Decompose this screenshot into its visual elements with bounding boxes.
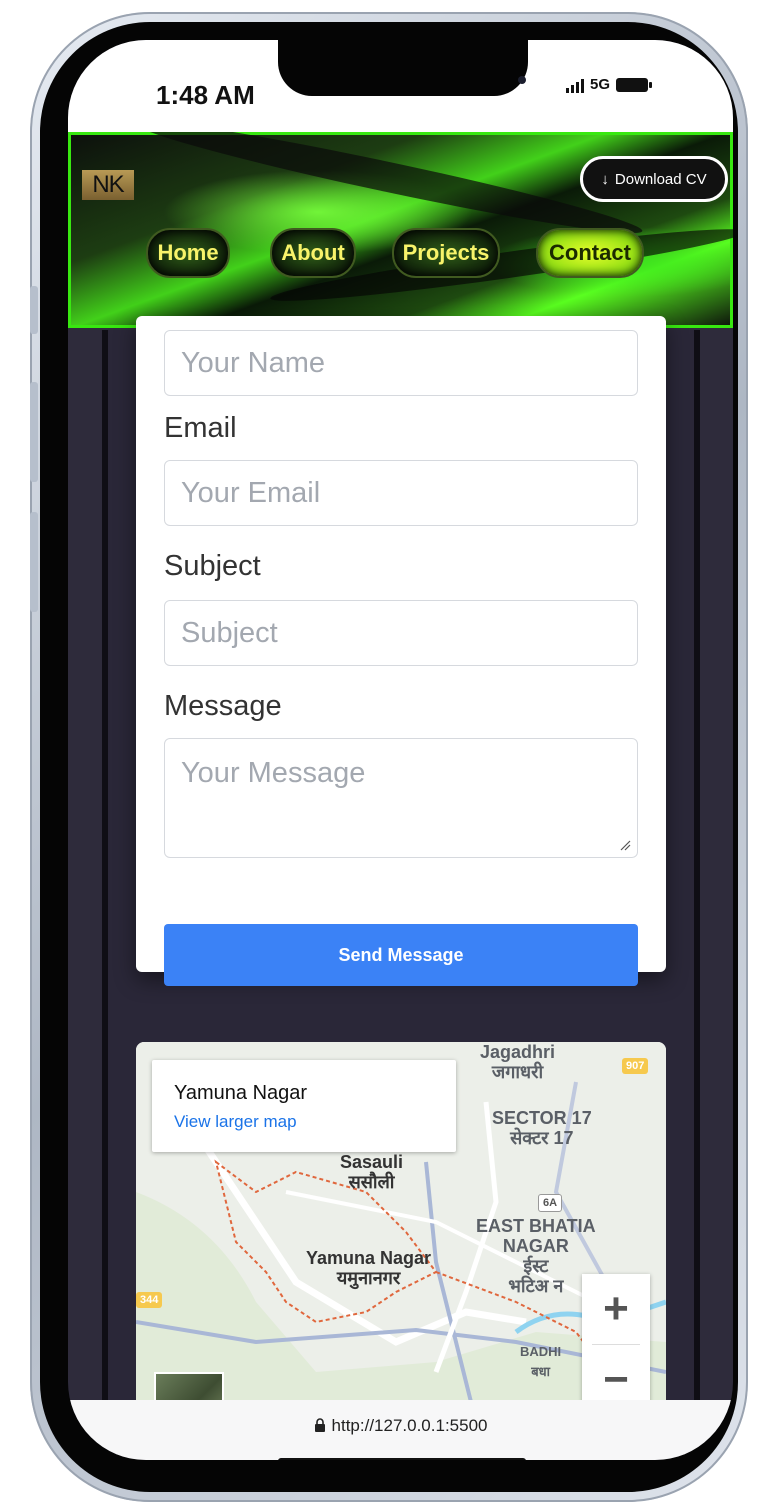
road-badge-6a: 6A bbox=[538, 1194, 563, 1212]
phone-screen: 1:48 AM 5G NK ↓ Download CV Home About P… bbox=[68, 40, 733, 1460]
site-logo[interactable]: NK bbox=[82, 170, 134, 200]
lock-icon bbox=[314, 1418, 325, 1432]
nav-contact[interactable]: Contact bbox=[536, 228, 644, 278]
resize-handle-icon[interactable] bbox=[619, 839, 631, 851]
volume-down-button bbox=[30, 512, 38, 612]
content-border-right bbox=[694, 330, 700, 1410]
subject-input[interactable]: Subject bbox=[164, 600, 638, 666]
network-type: 5G bbox=[590, 76, 611, 93]
message-textarea[interactable]: Your Message bbox=[164, 738, 638, 858]
subject-label: Subject bbox=[164, 550, 261, 582]
notch bbox=[278, 40, 528, 96]
signal-bars-icon bbox=[566, 77, 584, 93]
map-label-badhi: BADHI बधा bbox=[520, 1344, 562, 1379]
main-nav: Home About Projects Contact bbox=[146, 228, 666, 280]
road-badge-907: 907 bbox=[622, 1058, 649, 1074]
zoom-in-button[interactable]: + bbox=[582, 1274, 650, 1344]
name-input[interactable]: Your Name bbox=[164, 330, 638, 396]
map-embed[interactable]: Yamuna Nagar View larger map Jagadhri जगा… bbox=[136, 1042, 666, 1442]
map-label-east-bhatia: EAST BHATIA NAGAR ईस्ट भटिअ न bbox=[476, 1216, 596, 1296]
map-label-sasauli: Sasauli ससौली bbox=[340, 1152, 404, 1192]
map-label-jagadhri: Jagadhri जगाधरी bbox=[480, 1042, 556, 1082]
nav-home[interactable]: Home bbox=[146, 228, 230, 278]
download-cv-button[interactable]: ↓ Download CV bbox=[580, 156, 728, 202]
message-label: Message bbox=[164, 690, 282, 722]
message-placeholder: Your Message bbox=[181, 757, 366, 789]
url-display: http://127.0.0.1:5500 bbox=[68, 1416, 733, 1436]
email-input[interactable]: Your Email bbox=[164, 460, 638, 526]
view-larger-map-link[interactable]: View larger map bbox=[174, 1112, 297, 1132]
home-indicator[interactable] bbox=[278, 1458, 526, 1460]
map-place-title: Yamuna Nagar bbox=[174, 1082, 308, 1104]
mute-switch bbox=[30, 286, 38, 334]
url-text: http://127.0.0.1:5500 bbox=[331, 1416, 488, 1435]
download-arrow-icon: ↓ bbox=[601, 170, 609, 188]
volume-up-button bbox=[30, 382, 38, 482]
battery-icon bbox=[616, 77, 653, 92]
content-border-left bbox=[102, 330, 108, 1410]
download-cv-label: Download CV bbox=[614, 170, 707, 188]
status-time: 1:48 AM bbox=[156, 80, 255, 110]
map-info-card: Yamuna Nagar View larger map bbox=[152, 1060, 456, 1152]
nav-projects[interactable]: Projects bbox=[392, 228, 500, 278]
browser-url-bar[interactable]: http://127.0.0.1:5500 bbox=[68, 1400, 733, 1460]
map-label-sector17: SECTOR 17 सेक्टर 17 bbox=[492, 1108, 592, 1148]
site-header: NK ↓ Download CV Home About Projects Con… bbox=[68, 132, 733, 328]
send-message-button[interactable]: Send Message bbox=[164, 924, 638, 986]
camera-icon bbox=[518, 76, 526, 84]
nav-about[interactable]: About bbox=[270, 228, 356, 278]
email-label: Email bbox=[164, 412, 237, 444]
road-badge-344: 344 bbox=[136, 1292, 163, 1308]
signal-indicator: 5G bbox=[566, 76, 653, 93]
status-bar: 1:48 AM 5G bbox=[68, 40, 733, 134]
map-label-yamuna-nagar: Yamuna Nagar यमुनानगर bbox=[306, 1248, 432, 1288]
contact-form: Your Name Email Your Email Subject Subje… bbox=[136, 316, 666, 986]
